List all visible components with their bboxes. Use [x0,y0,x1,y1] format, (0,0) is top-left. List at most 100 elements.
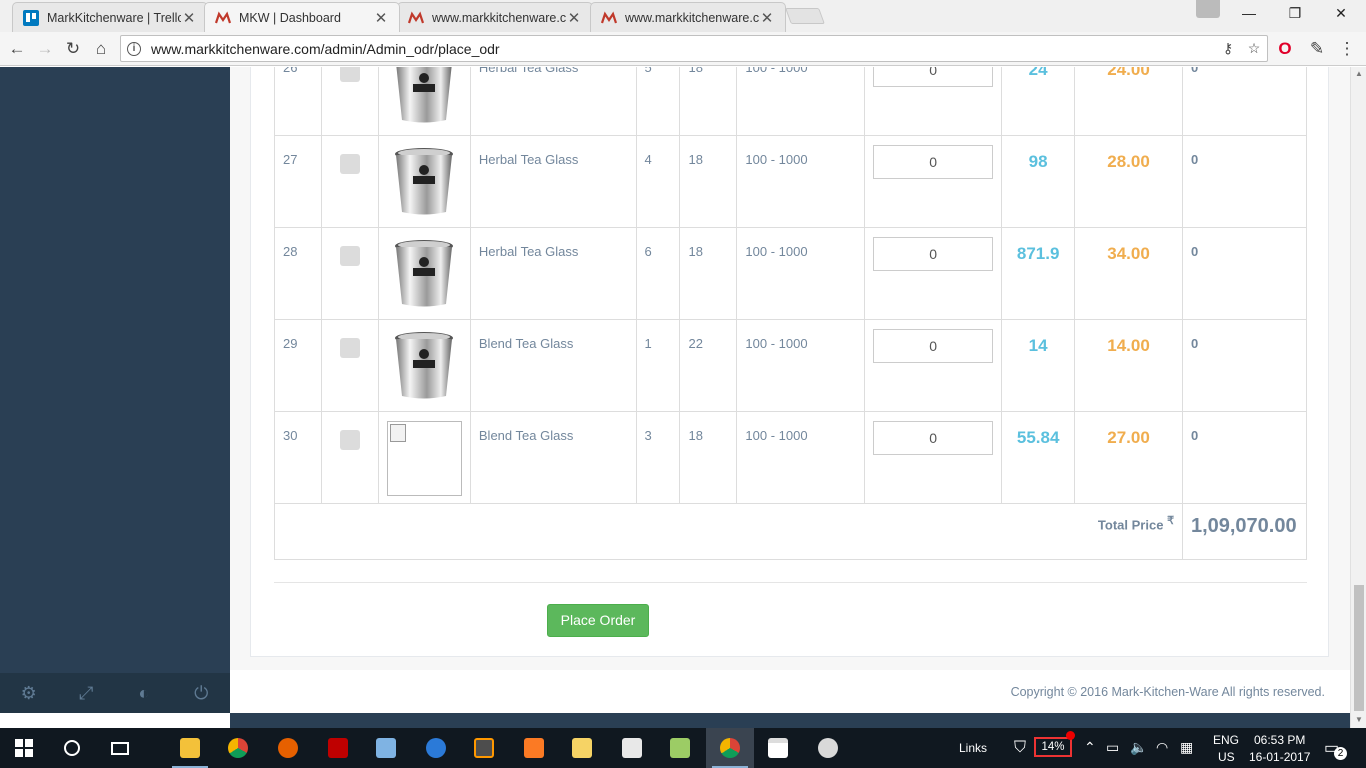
quantity-input[interactable]: 0 [873,329,994,363]
tab-dashboard[interactable]: MKW | Dashboard ✕ [204,2,400,32]
notepad-plus-icon[interactable] [656,728,704,768]
tab-markkitchenware-1[interactable]: www.markkitchenware.co ✕ [397,2,593,32]
row-checkbox[interactable] [339,154,360,174]
settings-icon[interactable]: ⚙ [0,673,58,713]
region-indicator[interactable]: US [1218,750,1235,764]
scroll-thumb[interactable] [1354,585,1364,711]
show-hidden-icons-icon[interactable]: ⌃ [1084,739,1096,756]
start-windows-icon[interactable] [0,728,48,768]
virtualbox-icon[interactable] [362,728,410,768]
power-icon[interactable]: ⏻ [173,673,231,713]
restore-icon[interactable]: ❐ [1272,0,1318,28]
back-icon[interactable]: ← [4,36,30,62]
forward-icon[interactable]: → [32,36,58,62]
sublime-text-icon[interactable] [460,728,508,768]
language-indicator[interactable]: ENG [1213,733,1239,747]
cell-a: 6 [635,227,681,320]
quantity-input[interactable]: 0 [873,145,994,179]
quantity-input[interactable]: 0 [873,237,994,271]
price-2: 34.00 [1074,227,1183,320]
task-view-icon[interactable] [96,728,144,768]
eyedropper-extension-icon[interactable]: ✎ [1304,36,1330,62]
profile-icon[interactable] [1196,0,1220,18]
xampp-icon[interactable] [510,728,558,768]
reload-icon[interactable]: ↻ [60,36,86,62]
close-tab-icon[interactable]: ✕ [759,9,775,27]
menu-icon[interactable]: ⋮ [1334,36,1360,62]
row-checkbox[interactable] [339,246,360,266]
sidebar-footer: ⚙ ⤢ ◐ ⏻ [0,673,230,713]
row-number: 27 [274,135,322,228]
table-row: 26 Herbal Tea Glass 5 18 100 - 1000 0 24… [274,67,1308,136]
mkw-logo-icon [408,11,424,23]
tea-glass-image [395,147,454,214]
firefox-icon[interactable] [264,728,312,768]
wifi-icon[interactable]: ◠ [1156,739,1168,756]
chrome-running-icon[interactable] [706,728,754,768]
new-tab-button[interactable] [785,8,825,24]
teamviewer-icon[interactable] [412,728,460,768]
volume-icon[interactable]: 🔈 [1130,739,1147,756]
total-price-value: 1,09,070.00 [1181,503,1308,560]
row-checkbox[interactable] [339,338,360,358]
scroll-down-icon[interactable]: ▼ [1351,715,1366,724]
clock-date[interactable]: 16-01-2017 [1249,750,1310,764]
tab-trello[interactable]: MarkKitchenware | Trello ✕ [12,2,208,32]
divider [274,582,1307,583]
file-manager-icon[interactable] [558,728,606,768]
cell-b: 18 [679,227,738,320]
info-icon[interactable]: i [127,41,141,56]
minimize-icon[interactable]: — [1226,0,1272,28]
broken-image-icon [386,421,462,496]
clock-time[interactable]: 06:53 PM [1254,733,1305,747]
price-2: 27.00 [1074,411,1183,504]
lock-icon[interactable]: ◐ [115,673,173,713]
home-icon[interactable]: ⌂ [88,36,114,62]
product-name: Blend Tea Glass [469,319,637,412]
defender-icon[interactable]: ⛉ [1014,739,1026,757]
filezilla-icon[interactable] [314,728,362,768]
row-number: 29 [274,319,322,412]
close-tab-icon[interactable]: ✕ [373,9,389,27]
scroll-up-icon[interactable]: ▲ [1351,69,1366,78]
tab-markkitchenware-2[interactable]: www.markkitchenware.co ✕ [590,2,786,32]
product-image [387,328,462,403]
row-checkbox[interactable] [339,67,360,82]
price-2: 24.00 [1074,67,1183,136]
calendar-icon[interactable] [754,728,802,768]
cell-a: 1 [635,319,681,412]
opera-extension-icon[interactable]: O [1272,36,1298,62]
price-2: 14.00 [1074,319,1183,412]
close-window-icon[interactable]: ✕ [1318,0,1364,28]
file-explorer-icon[interactable] [166,728,214,768]
links-toolbar[interactable]: Links [959,741,987,755]
fullscreen-icon[interactable]: ⤢ [58,673,116,713]
row-number: 28 [274,227,322,320]
row-checkbox[interactable] [339,430,360,450]
calculator-icon[interactable] [608,728,656,768]
battery-indicator[interactable]: 14% [1034,737,1072,757]
price-1: 871.9 [1001,227,1076,320]
tea-glass-image [395,331,454,398]
close-tab-icon[interactable]: ✕ [181,9,197,27]
total-row: Total Price ₹1,09,070.00 [274,503,1308,560]
chrome-icon[interactable] [214,728,262,768]
product-name: Blend Tea Glass [469,411,637,504]
keyboard-icon[interactable]: ▦ [1180,739,1193,756]
key-icon[interactable]: ⚷ [1215,40,1241,57]
row-total: 0 [1181,135,1308,228]
paint-icon[interactable] [804,728,852,768]
cortana-search-icon[interactable] [48,728,96,768]
address-bar[interactable]: i www.markkitchenware.com/admin/Admin_od… [120,35,1268,62]
close-tab-icon[interactable]: ✕ [566,9,582,27]
place-order-button[interactable]: Place Order [547,604,649,637]
quantity-input[interactable]: 0 [873,67,994,87]
cell-b: 18 [679,135,738,228]
quantity-input[interactable]: 0 [873,421,994,455]
price-1: 55.84 [1001,411,1076,504]
power-plug-icon[interactable]: ▭ [1106,739,1119,756]
footer-strip [230,713,1350,728]
page-scrollbar[interactable]: ▲ ▼ [1350,67,1366,728]
price-2: 28.00 [1074,135,1183,228]
bookmark-star-icon[interactable]: ☆ [1241,40,1267,57]
